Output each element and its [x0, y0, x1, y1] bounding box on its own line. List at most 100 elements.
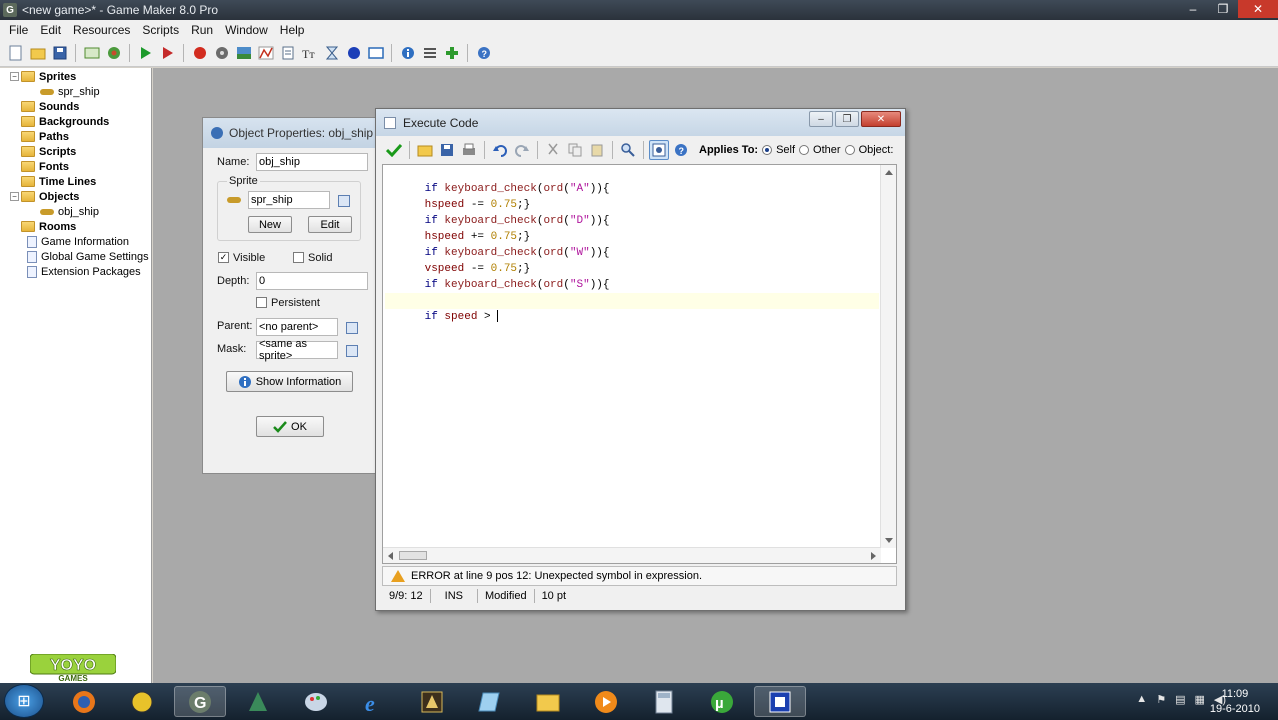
mask-field[interactable]: <same as sprite> — [256, 338, 338, 362]
taskbar-game-maker-icon[interactable]: G — [174, 686, 226, 717]
help-icon[interactable]: ? — [474, 43, 493, 62]
tree-item-global-game-settings[interactable]: Global Game Settings — [0, 249, 149, 264]
tree-item-objects[interactable]: − Objects — [0, 189, 79, 204]
applies-other-label[interactable]: Other — [813, 144, 841, 156]
menu-resources[interactable]: Resources — [67, 23, 136, 37]
menu-run[interactable]: Run — [185, 23, 219, 37]
taskbar-inkscape-icon[interactable] — [232, 686, 284, 717]
add-room-icon[interactable] — [366, 43, 385, 62]
new-icon[interactable] — [6, 43, 25, 62]
safely-remove-icon[interactable]: ▤ — [1175, 693, 1185, 706]
ok-button[interactable]: OK — [256, 416, 324, 437]
taskbar-utorrent-icon[interactable]: µ — [696, 686, 748, 717]
game-info-icon[interactable] — [398, 43, 417, 62]
applies-self-label[interactable]: Self — [776, 144, 795, 156]
code-help-icon[interactable]: ? — [671, 140, 691, 160]
copy-icon[interactable] — [565, 140, 585, 160]
add-background-icon[interactable] — [234, 43, 253, 62]
menu-scripts[interactable]: Scripts — [136, 23, 185, 37]
sprite-menu-icon[interactable] — [338, 195, 350, 207]
cut-icon[interactable] — [543, 140, 563, 160]
add-font-icon[interactable]: Tт — [300, 43, 319, 62]
scrollbar-thumb[interactable] — [399, 551, 427, 560]
new-sprite-button[interactable]: New — [248, 216, 292, 233]
tree-item-extension-packages[interactable]: Extension Packages — [0, 264, 141, 279]
accept-icon[interactable] — [384, 140, 404, 160]
parent-field[interactable]: <no parent> — [256, 318, 338, 336]
publish-icon[interactable] — [82, 43, 101, 62]
create-exe-icon[interactable] — [104, 43, 123, 62]
depth-field[interactable]: 0 — [256, 272, 368, 290]
taskbar-tool-icon[interactable] — [406, 686, 458, 717]
tree-item-paths[interactable]: Paths — [0, 129, 69, 144]
save-icon[interactable] — [50, 43, 69, 62]
code-close-button[interactable]: ✕ — [861, 111, 901, 127]
applies-object-label[interactable]: Object: — [859, 144, 894, 156]
menu-file[interactable]: File — [3, 23, 34, 37]
maximize-button[interactable]: ❐ — [1208, 0, 1238, 18]
save-code-icon[interactable] — [437, 140, 457, 160]
tree-item-rooms[interactable]: Rooms — [0, 219, 76, 234]
solid-checkbox[interactable] — [293, 252, 304, 263]
redo-icon[interactable] — [512, 140, 532, 160]
run-debug-icon[interactable] — [158, 43, 177, 62]
undo-icon[interactable] — [490, 140, 510, 160]
network-icon[interactable]: ▦ — [1194, 693, 1204, 706]
edit-sprite-button[interactable]: Edit — [308, 216, 352, 233]
tree-item-time-lines[interactable]: Time Lines — [0, 174, 96, 189]
find-icon[interactable] — [618, 140, 638, 160]
taskbar-media-icon[interactable] — [580, 686, 632, 717]
tree-item-obj-ship[interactable]: obj_ship — [40, 204, 99, 219]
visible-checkbox[interactable]: ✓ — [218, 252, 229, 263]
taskbar-calculator-icon[interactable] — [638, 686, 690, 717]
add-timeline-icon[interactable] — [322, 43, 341, 62]
taskbar-ie-icon[interactable]: e — [348, 686, 400, 717]
applies-object-radio[interactable] — [844, 145, 855, 155]
add-script-icon[interactable] — [278, 43, 297, 62]
global-settings-icon[interactable] — [420, 43, 439, 62]
taskbar-explorer-icon[interactable] — [522, 686, 574, 717]
close-button[interactable]: ✕ — [1238, 0, 1278, 18]
show-information-button[interactable]: Show Information — [226, 371, 353, 392]
add-object-icon[interactable] — [344, 43, 363, 62]
tray-expand-icon[interactable]: ▲ — [1136, 693, 1147, 706]
taskbar-gamemaker-helper-icon[interactable] — [116, 686, 168, 717]
mask-menu-icon[interactable] — [346, 345, 358, 357]
applies-other-radio[interactable] — [799, 145, 810, 155]
paste-icon[interactable] — [587, 140, 607, 160]
print-icon[interactable] — [459, 140, 479, 160]
taskbar-active-window-icon[interactable] — [754, 686, 806, 717]
taskbar-firefox-icon[interactable] — [58, 686, 110, 717]
code-minimize-button[interactable]: – — [809, 111, 833, 127]
horizontal-scrollbar[interactable] — [383, 547, 881, 563]
tree-item-scripts[interactable]: Scripts — [0, 144, 76, 159]
add-path-icon[interactable] — [256, 43, 275, 62]
taskbar-clock[interactable]: 11:09 19-6-2010 — [1210, 687, 1260, 717]
taskbar-paint-icon[interactable] — [290, 686, 342, 717]
minimize-button[interactable]: – — [1178, 0, 1208, 18]
load-icon[interactable] — [415, 140, 435, 160]
open-icon[interactable] — [28, 43, 47, 62]
add-sound-icon[interactable] — [212, 43, 231, 62]
run-icon[interactable] — [136, 43, 155, 62]
tree-item-backgrounds[interactable]: Backgrounds — [0, 114, 109, 129]
menu-help[interactable]: Help — [274, 23, 311, 37]
extensions-icon[interactable] — [442, 43, 461, 62]
tree-item-fonts[interactable]: Fonts — [0, 159, 69, 174]
collapse-icon[interactable]: − — [10, 192, 19, 201]
menu-edit[interactable]: Edit — [34, 23, 67, 37]
tree-item-sounds[interactable]: Sounds — [0, 99, 79, 114]
taskbar-notepad-icon[interactable] — [464, 686, 516, 717]
check-syntax-icon[interactable] — [649, 140, 669, 160]
name-field[interactable]: obj_ship — [256, 153, 368, 171]
sprite-field[interactable]: spr_ship — [248, 191, 330, 209]
menu-window[interactable]: Window — [219, 23, 274, 37]
code-maximize-button[interactable]: ❐ — [835, 111, 859, 127]
vertical-scrollbar[interactable] — [880, 165, 896, 548]
persistent-checkbox[interactable] — [256, 297, 267, 308]
collapse-icon[interactable]: − — [10, 72, 19, 81]
tree-item-spr-ship[interactable]: spr_ship — [40, 84, 100, 99]
tree-item-sprites[interactable]: − Sprites — [0, 69, 76, 84]
tree-item-game-information[interactable]: Game Information — [0, 234, 129, 249]
action-center-flag-icon[interactable]: ⚑ — [1156, 693, 1166, 706]
